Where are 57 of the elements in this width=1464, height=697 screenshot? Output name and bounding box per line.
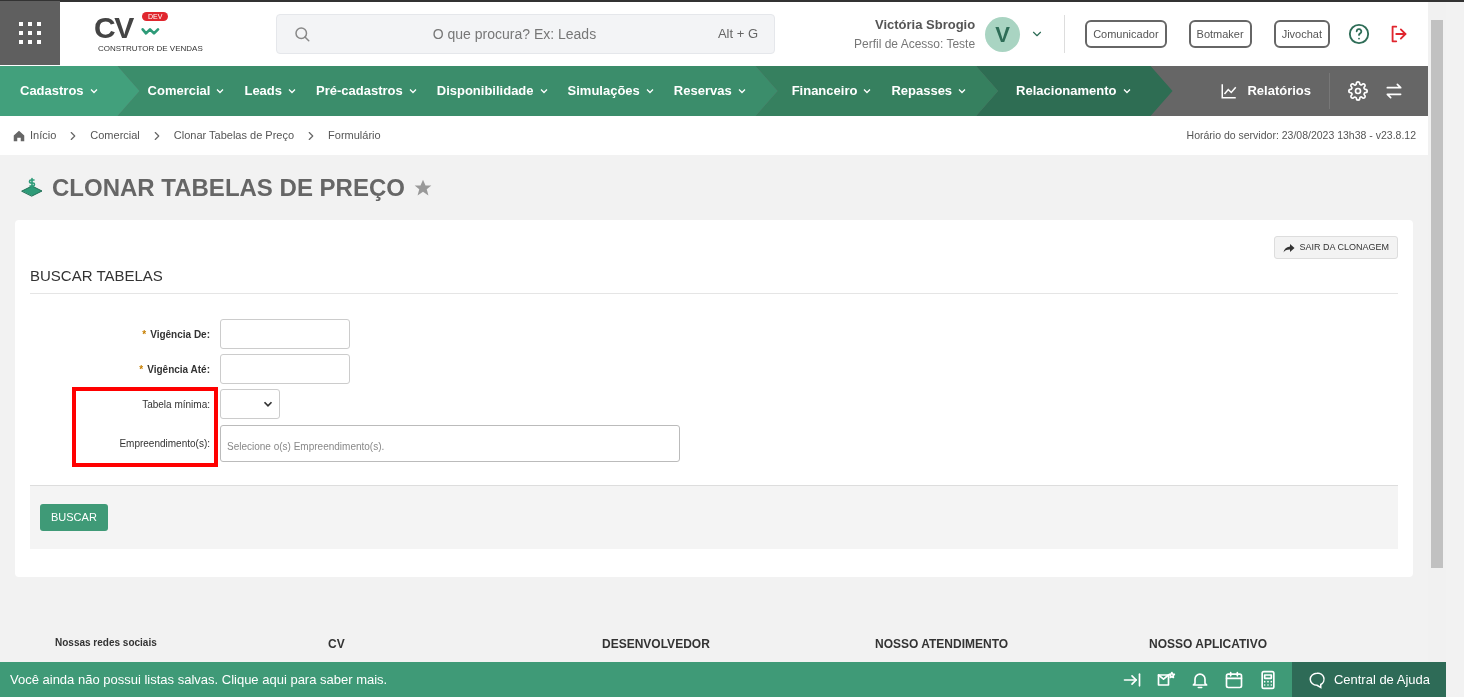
breadcrumb-link[interactable]: Início	[30, 127, 57, 144]
nav-menu-item[interactable]: Cadastros	[20, 81, 100, 101]
required-asterisk: *	[142, 328, 147, 340]
user-name: Victória Sbrogio	[874, 16, 976, 35]
search-button[interactable]: BUSCAR	[40, 503, 108, 531]
label-text: Vigência De:	[150, 328, 210, 340]
footer-heading: NOSSO ATENDIMENTO	[875, 636, 1010, 653]
nav-menu-item[interactable]: Simulações	[567, 81, 656, 101]
footer-heading: NOSSO APLICATIVO	[1149, 636, 1268, 653]
exit-cloning-button[interactable]: SAIR DA CLONAGEM	[1274, 236, 1398, 259]
breadcrumb-link[interactable]: Comercial	[90, 127, 140, 144]
required-asterisk: *	[139, 363, 144, 375]
logo-tagline: CONSTRUTOR DE VENDAS	[98, 44, 203, 53]
logo-text: CV	[94, 12, 133, 44]
nav-menu-item[interactable]: Reservas	[673, 81, 748, 101]
grid-icon	[18, 21, 42, 45]
nav-menu-item[interactable]: Repasses	[891, 81, 969, 101]
header-button[interactable]: Jivochat	[1273, 20, 1330, 48]
dropdown-field[interactable]	[220, 389, 280, 419]
help-icon[interactable]	[1348, 23, 1370, 45]
nav-menu-item[interactable]: Financeiro	[791, 81, 874, 101]
nav-menu-item[interactable]: Comercial	[147, 81, 227, 101]
multiselect-field[interactable]: Selecione o(s) Empreendimento(s).	[220, 425, 680, 462]
saved-lists-message[interactable]: Você ainda não possui listas salvas. Clique aqui para saber mais.	[0, 669, 1122, 690]
breadcrumb-link[interactable]: Formulário	[328, 127, 381, 144]
footer-heading: Nossas redes sociais	[54, 636, 158, 650]
header-button[interactable]: Comunicador	[1085, 20, 1167, 48]
nav-menu-item[interactable]: Leads	[244, 81, 299, 101]
access-profile: Perfil de Acesso: Teste	[853, 35, 976, 53]
date-input-field[interactable]	[220, 354, 350, 384]
apps-menu-button[interactable]	[0, 1, 60, 65]
nav-menu-item[interactable]: Disponibilidade	[436, 81, 550, 101]
label-text: Vigência Até:	[147, 363, 210, 375]
date-input-field[interactable]	[220, 319, 350, 349]
field-label: Empreendimento(s):	[118, 437, 210, 451]
share-arrow-icon	[1283, 242, 1296, 253]
search-placeholder: O que procura? Ex: Leads	[431, 24, 598, 44]
calendar-icon[interactable]	[1223, 669, 1244, 690]
user-avatar: V	[985, 16, 1021, 52]
reports-link[interactable]: Relatórios	[1219, 66, 1311, 116]
home-icon	[12, 128, 26, 143]
footer-heading: CV	[328, 636, 346, 653]
nav-menu-item[interactable]: Pré-cadastros	[316, 81, 419, 101]
breadcrumb-link[interactable]: Clonar Tabelas de Preço	[173, 127, 295, 144]
shortcut-hint: Alt + G	[717, 25, 758, 44]
nav-menu-item[interactable]: Relacionamento	[1016, 81, 1133, 101]
field-label: Tabela mínima:	[141, 397, 210, 412]
page-title: CLONAR TABELAS DE PREÇO	[52, 172, 405, 203]
section-title: BUSCAR TABELAS	[30, 265, 1398, 294]
search-icon	[293, 25, 311, 43]
server-time: Horário do servidor: 23/08/2023 13h38 - v23.8.12	[1186, 127, 1416, 143]
chat-bubble-icon	[1307, 670, 1326, 689]
header-button[interactable]: Botmaker	[1188, 20, 1252, 48]
search-field[interactable]: O que procura? Ex: Leads Alt + G	[276, 14, 775, 54]
settings-icon[interactable]	[1348, 81, 1368, 101]
footer-heading: DESENVOLVEDOR	[602, 636, 711, 653]
help-center-button[interactable]: Central de Ajuda	[1291, 662, 1446, 697]
